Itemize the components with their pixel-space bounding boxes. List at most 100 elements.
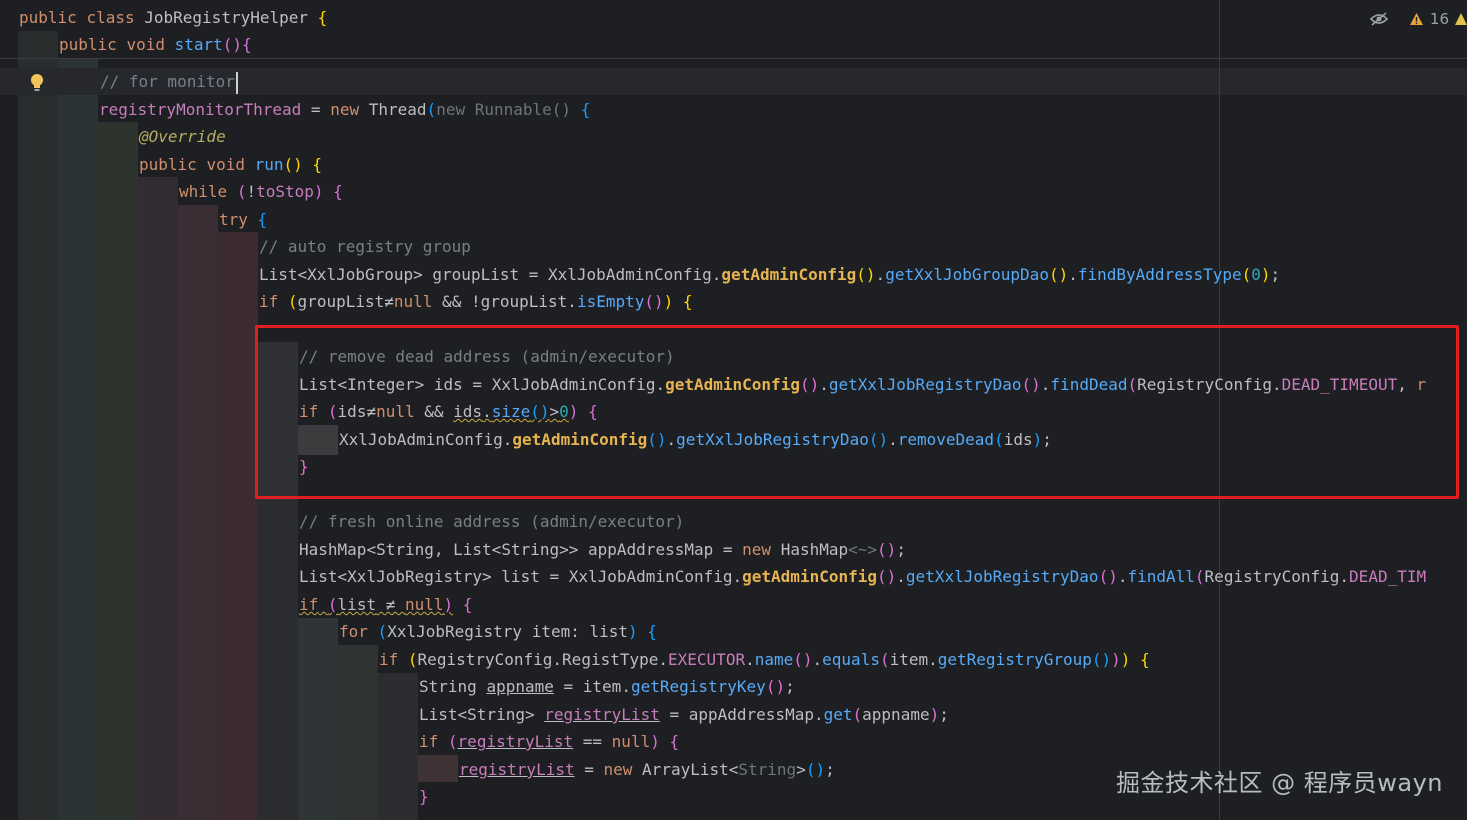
code-token: isEmpty [576, 292, 645, 311]
comment: // for monitor [100, 72, 235, 91]
inspection-widget[interactable]: 16 [1369, 8, 1467, 30]
code-token: for [339, 622, 368, 641]
sticky-header-separator [0, 58, 1467, 59]
lightbulb-icon[interactable] [28, 72, 46, 92]
code-token: null [393, 292, 433, 311]
code-line[interactable]: // fresh online address (admin/executor) [299, 508, 684, 535]
indent-block [18, 31, 58, 820]
code-token: XxlJobGroup [307, 265, 414, 284]
code-line[interactable]: if (groupList≠null && !groupList.isEmpty… [259, 288, 693, 315]
code-token: if [299, 595, 319, 614]
code-token: if [419, 732, 439, 751]
code-token: public [139, 155, 197, 174]
code-token: RegistryConfig [1204, 567, 1340, 586]
code-token: List [259, 265, 298, 284]
code-line[interactable]: if (RegistryConfig.RegistType.EXECUTOR.n… [379, 646, 1150, 673]
code-token: new Runnable() [436, 100, 572, 119]
code-token: <~> [848, 540, 878, 559]
code-line[interactable]: if (list ≠ null) { [299, 591, 472, 618]
code-token: list [501, 567, 540, 586]
text-caret [235, 71, 238, 94]
code-token: item [889, 650, 929, 669]
code-line[interactable]: // for monitor [100, 68, 238, 95]
code-token: item [531, 622, 571, 641]
code-token: findByAddressType [1077, 265, 1242, 284]
code-token: getRegistryKey [630, 677, 766, 696]
code-line[interactable]: // auto registry group [259, 233, 471, 260]
code-token: String [376, 540, 434, 559]
code-token: registryList [457, 732, 574, 751]
indent-block [58, 59, 98, 820]
code-line[interactable]: for (XxlJobRegistry item: list) { [339, 618, 657, 645]
code-token: List [419, 705, 458, 724]
code-token: XxlJobRegistry [347, 567, 483, 586]
code-token: void [206, 155, 245, 174]
code-token: null [404, 595, 444, 614]
code-token: String [738, 760, 797, 779]
comment: // fresh online address (admin/executor) [299, 512, 685, 531]
code-token: String [501, 540, 560, 559]
code-line[interactable]: HashMap<String, List<String>> appAddress… [299, 536, 906, 563]
code-token: DEAD_TIM [1349, 567, 1427, 586]
code-line[interactable]: registryList = new ArrayList<String>(); [459, 756, 835, 783]
code-token: list [589, 622, 629, 641]
code-token: EXECUTOR [668, 650, 746, 669]
indent-block [418, 755, 458, 782]
code-token: class [86, 8, 135, 27]
code-token: ArrayList [642, 760, 729, 779]
code-line[interactable]: public void start(){ [59, 31, 252, 58]
code-token: if [259, 292, 279, 311]
code-token: groupList [297, 292, 385, 311]
code-token: Thread [368, 100, 427, 119]
code-token: equals [822, 650, 880, 669]
code-token: while [179, 182, 228, 201]
indent-block [178, 205, 218, 820]
code-token: RegistryConfig [417, 650, 553, 669]
code-line[interactable]: if (registryList == null) { [419, 728, 679, 755]
code-line[interactable]: @Override [139, 123, 226, 150]
code-token: getAdminConfig [742, 567, 877, 586]
code-line[interactable]: public void run() { [139, 151, 322, 178]
code-token: groupList [480, 292, 568, 311]
warnings-count: 16 [1429, 10, 1449, 28]
code-token: getAdminConfig [721, 265, 857, 284]
code-token: registryList [544, 705, 660, 724]
warning-icon[interactable] [1409, 12, 1424, 26]
code-token: get [823, 705, 853, 724]
code-token: name [754, 650, 794, 669]
code-line[interactable]: String appname = item.getRegistryKey(); [419, 673, 795, 700]
code-token: list [337, 595, 377, 614]
code-token: XxlJobAdminConfig [548, 265, 712, 284]
code-line[interactable]: List<XxlJobGroup> groupList = XxlJobAdmi… [259, 261, 1280, 288]
code-line[interactable]: List<String> registryList = appAddressMa… [419, 701, 949, 728]
code-token: findAll [1127, 567, 1195, 586]
code-token: appname [862, 705, 930, 724]
indent-block [258, 500, 298, 820]
code-line[interactable]: public class JobRegistryHelper { [19, 4, 327, 31]
code-token: JobRegistryHelper [144, 8, 309, 27]
code-token: new [603, 760, 633, 779]
code-token: List [453, 540, 492, 559]
code-line[interactable]: try { [219, 206, 267, 233]
code-token: public [19, 8, 77, 27]
code-line[interactable]: registryMonitorThread = new Thread(new R… [99, 96, 590, 123]
hide-eye-icon[interactable] [1369, 11, 1389, 27]
code-editor[interactable]: public class JobRegistryHelper { public … [0, 0, 1467, 820]
code-line[interactable]: while (!toStop) { [179, 178, 343, 205]
indent-block [378, 673, 418, 820]
code-line[interactable]: } [419, 783, 429, 810]
code-token: public [59, 35, 117, 54]
code-token: new [330, 100, 360, 119]
code-token: run [254, 155, 284, 174]
code-token: item [582, 677, 622, 696]
weak-warning-icon[interactable] [1455, 12, 1467, 26]
code-token: registryMonitorThread [99, 100, 302, 119]
indent-block [218, 232, 258, 820]
code-token: XxlJobAdminConfig [568, 567, 733, 586]
code-token: new [742, 540, 772, 559]
code-line[interactable]: List<XxlJobRegistry> list = XxlJobAdminC… [299, 563, 1426, 590]
code-token: void [126, 35, 165, 54]
indent-block [98, 122, 138, 820]
code-token: appname [486, 677, 554, 696]
code-token: start [174, 35, 223, 54]
